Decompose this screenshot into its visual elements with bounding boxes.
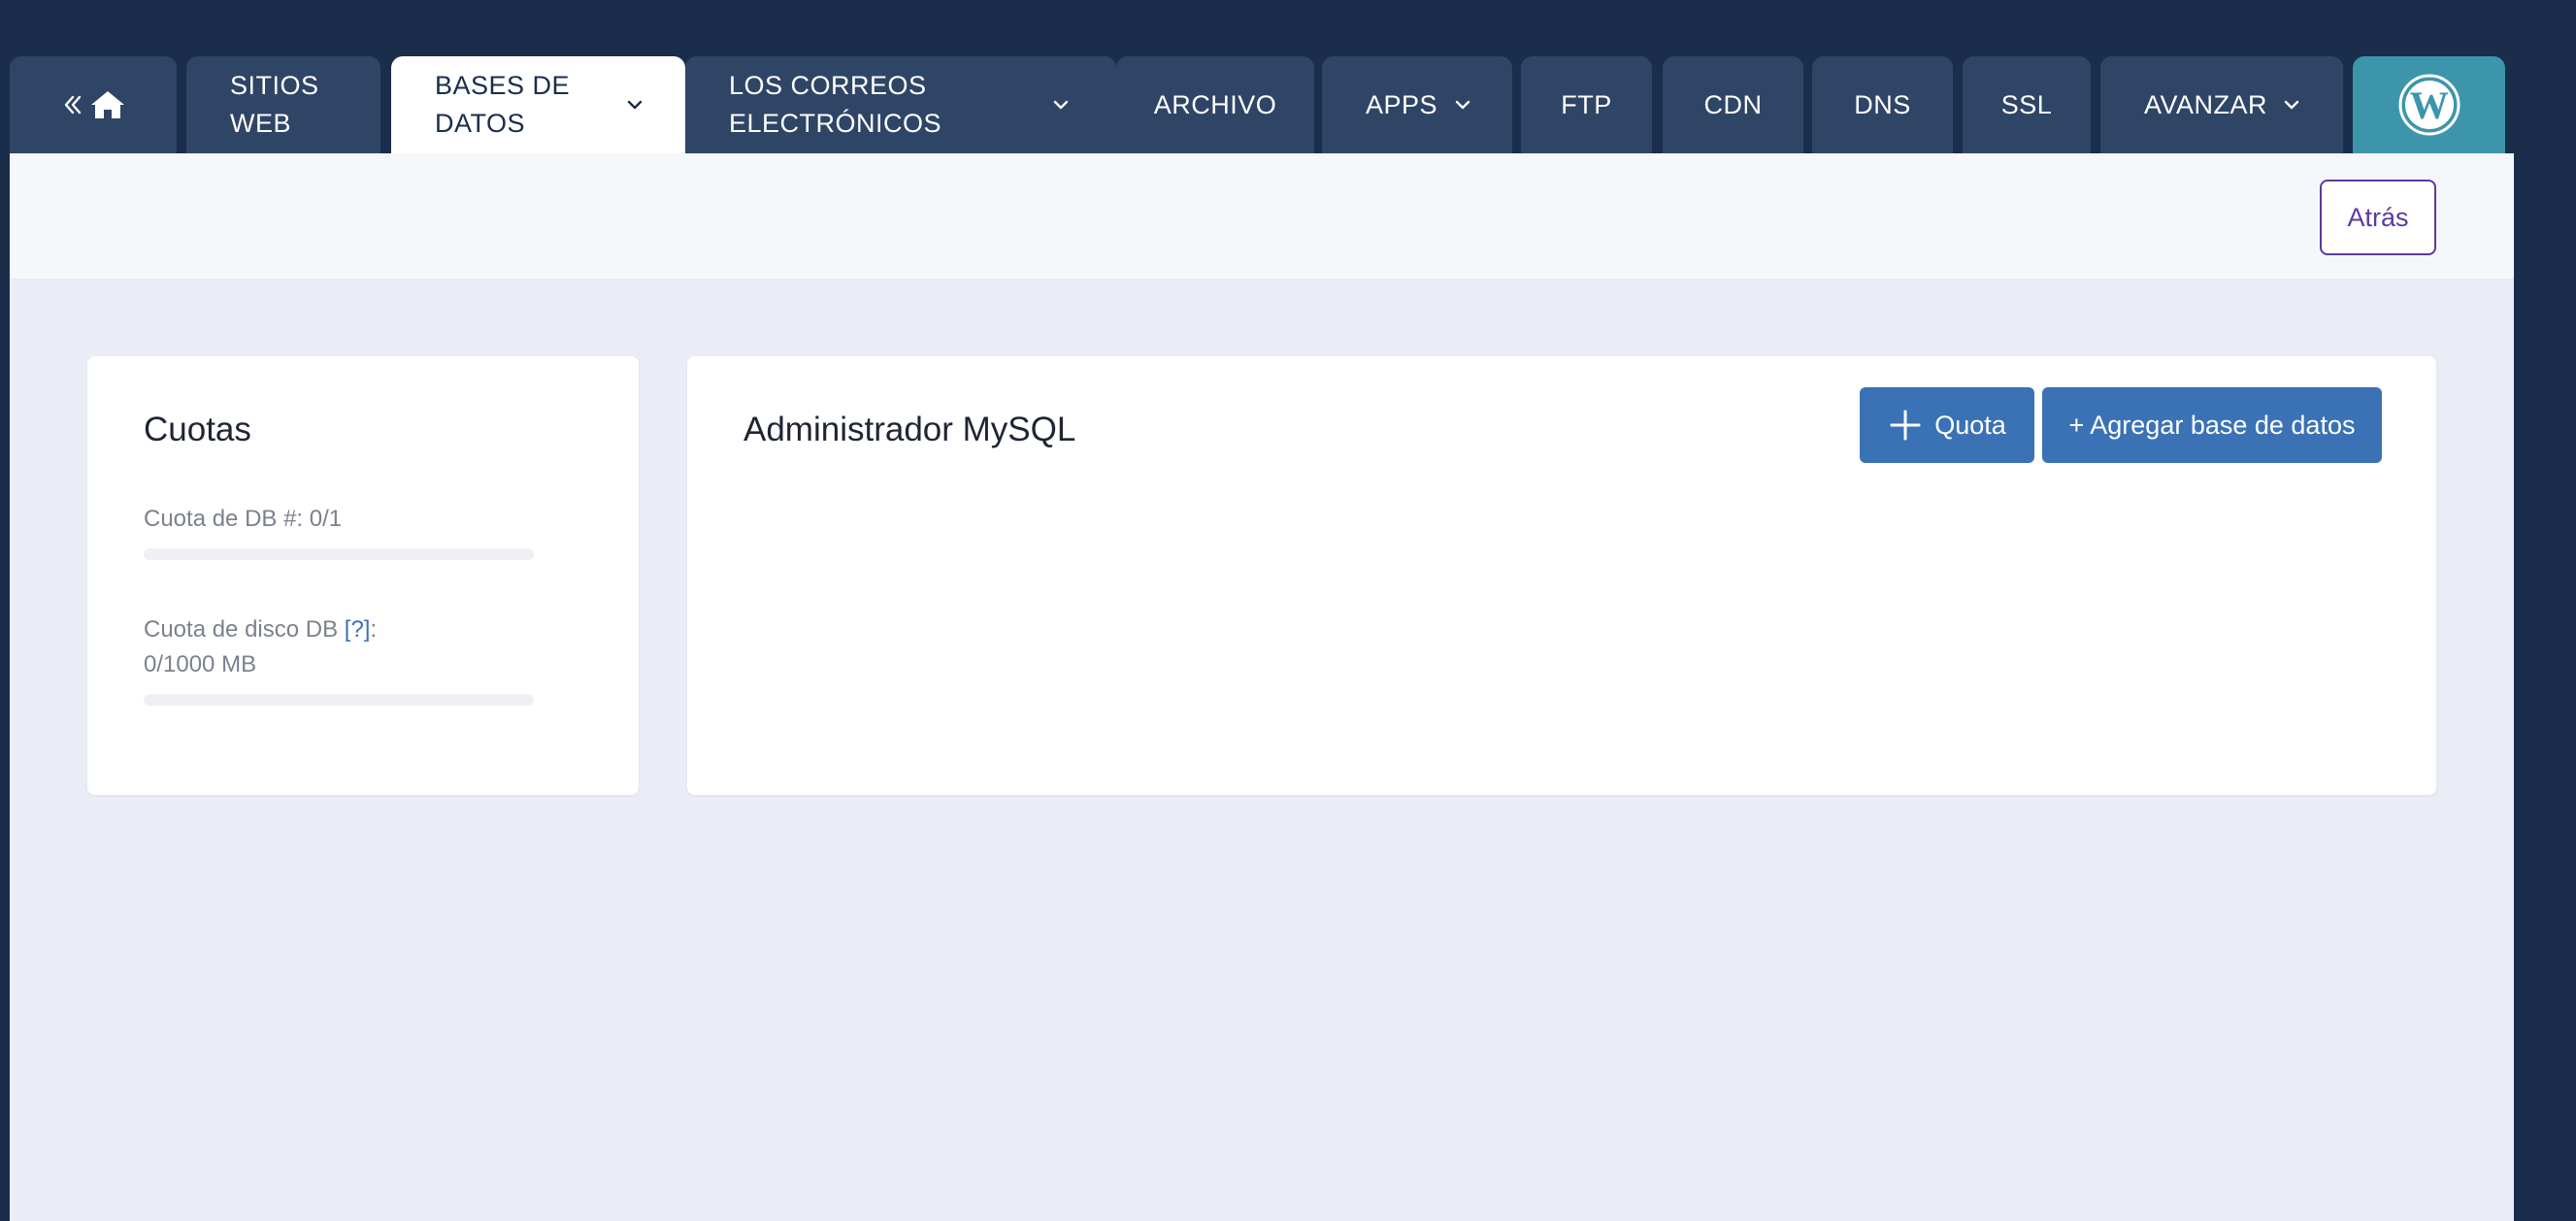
tab-label-line1: BASES DE xyxy=(435,71,571,100)
tab-wordpress[interactable]: W xyxy=(2353,56,2505,153)
main-content: Atrás Cuotas Cuota de DB #: 0/1 Cuota de… xyxy=(10,153,2514,1221)
chevron-down-icon xyxy=(1050,94,1072,116)
tab-label-line2: DATOS xyxy=(435,109,526,138)
db-count-quota-label: Cuota de DB #: 0/1 xyxy=(144,506,343,532)
disk-progress-bar xyxy=(144,694,534,706)
tab-correos-electronicos[interactable]: LOS CORREOS ELECTRÓNICOS xyxy=(685,56,1116,153)
mysql-manager-card: Administrador MySQL Quota + Agregar base… xyxy=(687,356,2436,795)
tab-sitios-web[interactable]: SITIOS WEB xyxy=(186,56,380,153)
db-count-progress-bar xyxy=(144,548,534,560)
chevron-down-icon xyxy=(624,94,645,116)
mysql-manager-title: Administrador MySQL xyxy=(743,411,1076,448)
top-navigation: SITIOS WEB BASES DE DATOS LOS CORREOS EL… xyxy=(10,56,2514,153)
toolbar-strip: Atrás xyxy=(10,153,2514,280)
tab-ftp[interactable]: FTP xyxy=(1521,56,1652,153)
disk-quota-label-colon: : xyxy=(370,616,378,643)
svg-text:W: W xyxy=(2409,83,2449,127)
plus-icon xyxy=(1888,408,1923,443)
tab-label: DNS xyxy=(1854,89,1911,119)
tab-home[interactable] xyxy=(10,56,177,153)
disk-quota-value: 0/1000 MB xyxy=(144,651,257,677)
tab-dns[interactable]: DNS xyxy=(1812,56,1953,153)
double-chevron-left-icon xyxy=(60,92,85,117)
back-button[interactable]: Atrás xyxy=(2320,180,2436,255)
wordpress-logo-icon: W xyxy=(2397,73,2461,137)
tab-label-line2: WEB xyxy=(230,109,292,138)
tab-label-line1: SITIOS xyxy=(230,71,319,100)
disk-quota-help-link[interactable]: [?] xyxy=(345,616,371,643)
add-quota-button[interactable]: Quota xyxy=(1860,387,2034,463)
tab-label: AVANZAR xyxy=(2144,89,2268,119)
disk-quota-label: Cuota de disco DB [?]: 0/1000 MB xyxy=(144,612,377,682)
home-icon xyxy=(89,88,126,121)
tab-label: ARCHIVO xyxy=(1153,89,1277,119)
chevron-down-icon xyxy=(2281,94,2302,116)
quotas-card: Cuotas Cuota de DB #: 0/1 Cuota de disco… xyxy=(87,356,639,795)
tab-cdn[interactable]: CDN xyxy=(1663,56,1803,153)
tab-label: FTP xyxy=(1561,89,1612,119)
tab-label: SSL xyxy=(2000,89,2053,119)
chevron-down-icon xyxy=(1452,94,1473,116)
tab-apps[interactable]: APPS xyxy=(1322,56,1512,153)
tab-label: CDN xyxy=(1703,89,1763,119)
tab-label-line1: LOS CORREOS xyxy=(729,71,927,100)
add-database-button[interactable]: + Agregar base de datos xyxy=(2042,387,2382,463)
disk-quota-label-text: Cuota de disco DB xyxy=(144,616,345,643)
tab-bases-de-datos[interactable]: BASES DE DATOS xyxy=(391,56,685,153)
tab-avanzar[interactable]: AVANZAR xyxy=(2100,56,2343,153)
tab-ssl[interactable]: SSL xyxy=(1963,56,2091,153)
quotas-title: Cuotas xyxy=(144,411,251,448)
tab-label-line2: ELECTRÓNICOS xyxy=(729,109,942,138)
tab-label: APPS xyxy=(1366,89,1438,119)
tab-archivo[interactable]: ARCHIVO xyxy=(1116,56,1314,153)
add-quota-button-label: Quota xyxy=(1934,410,2006,440)
